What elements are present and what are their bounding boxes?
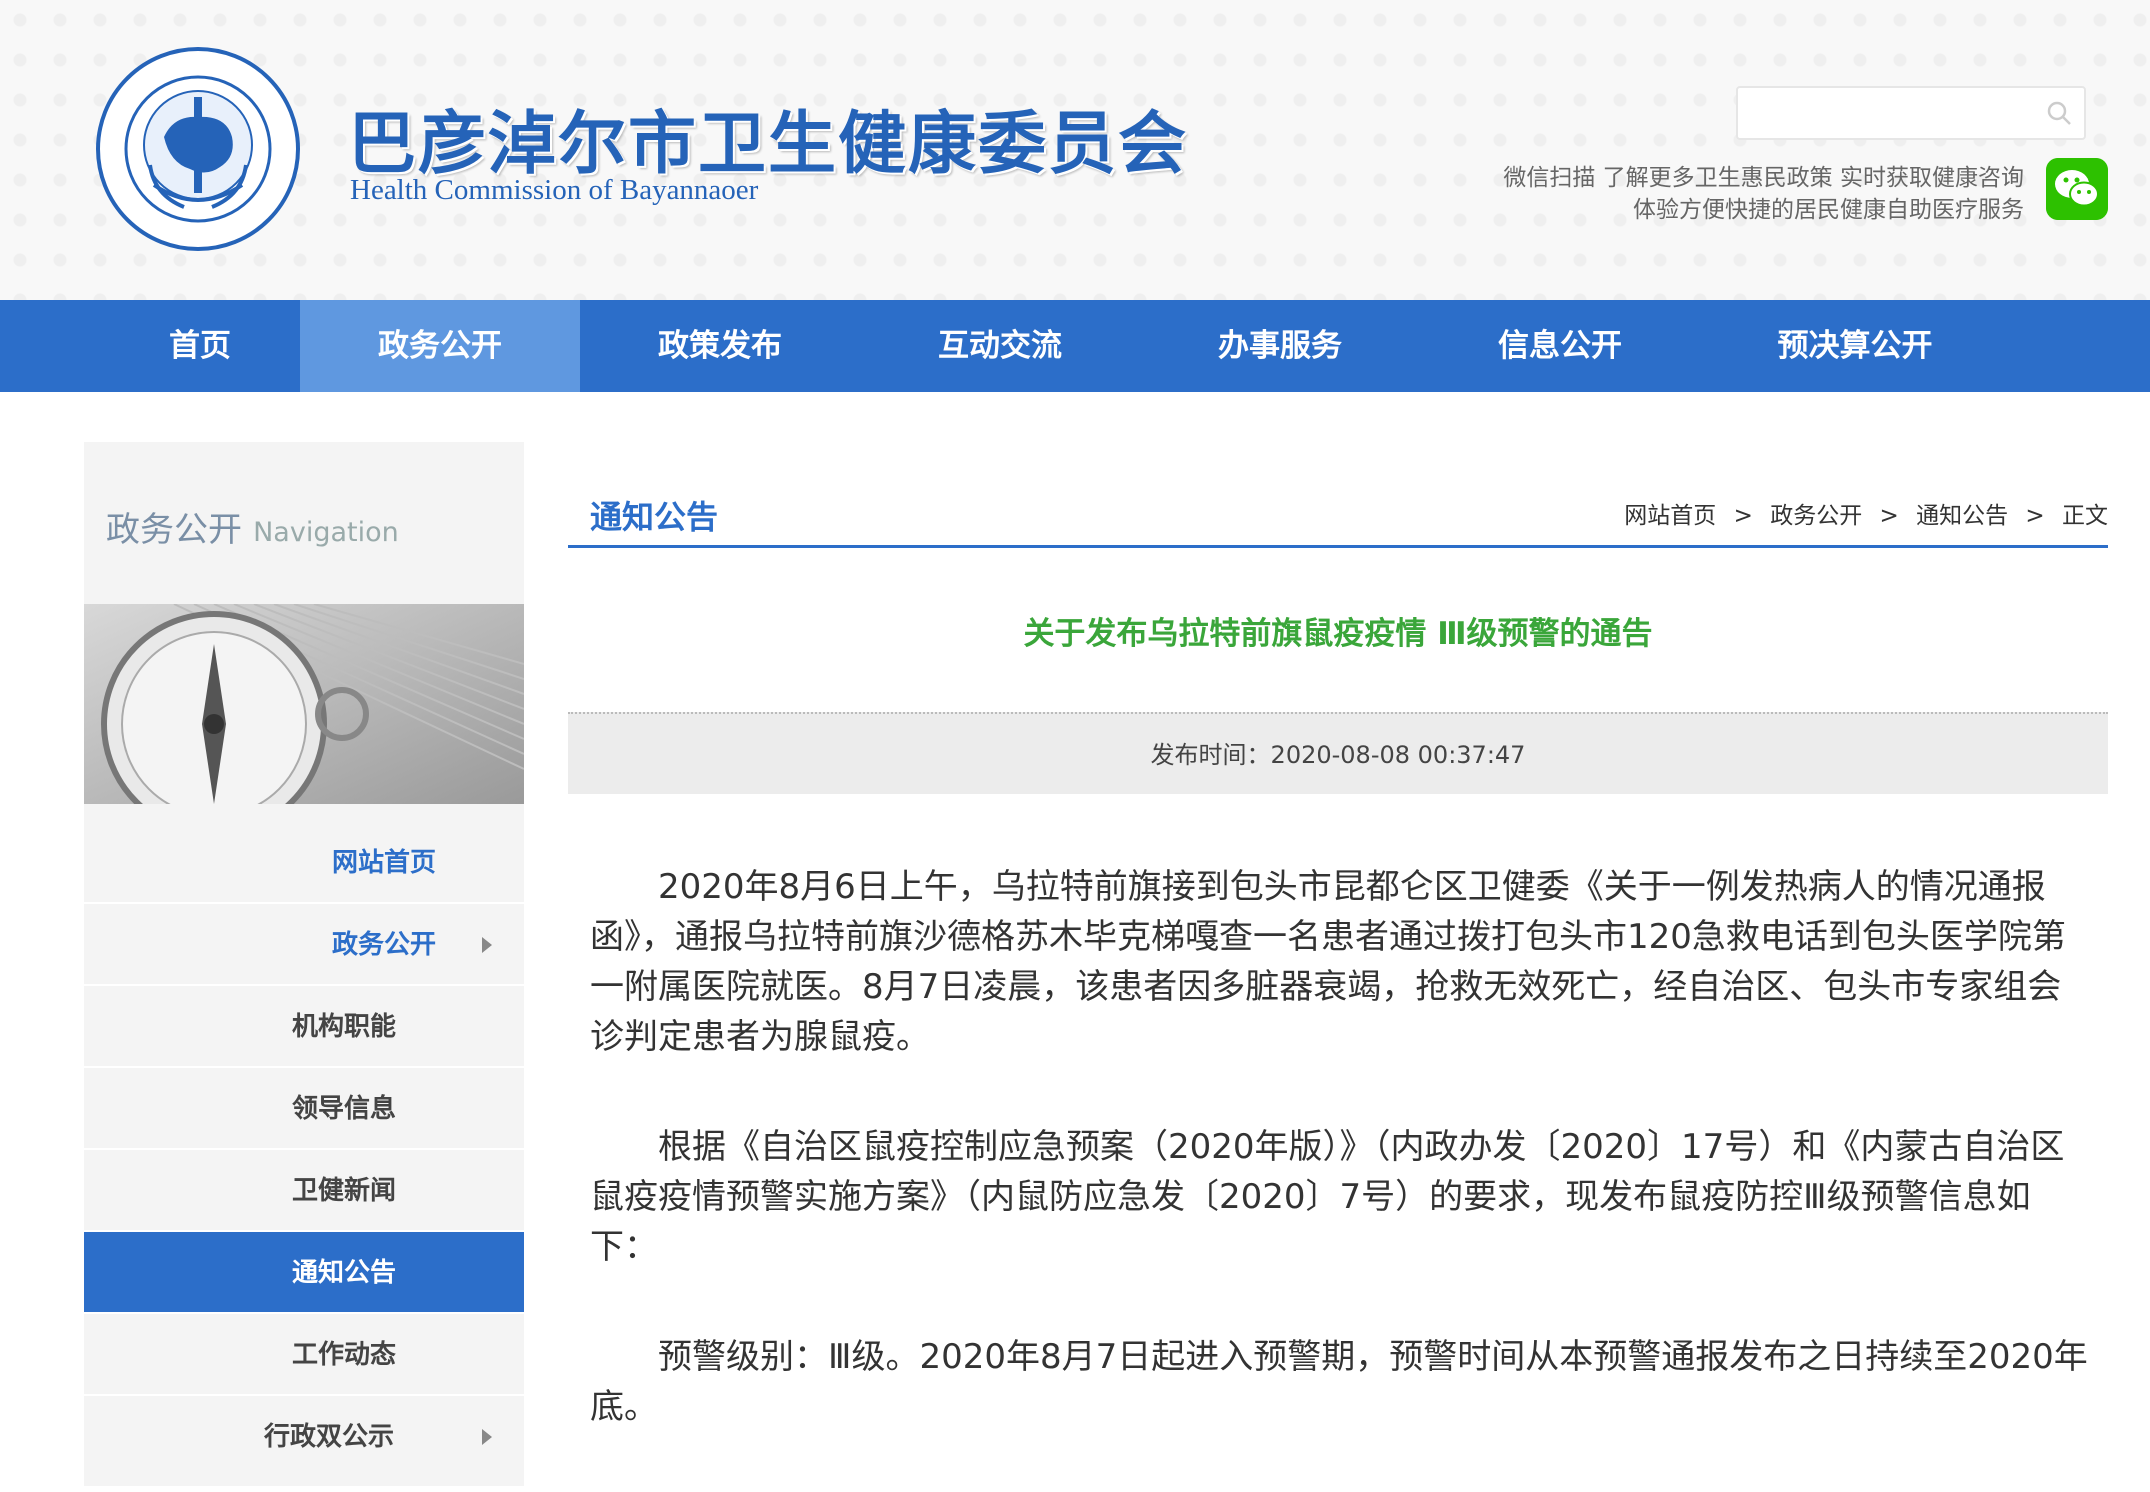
- sidebar-item-label: 通知公告: [292, 1258, 397, 1288]
- sidebar-item-label: 网站首页: [332, 848, 437, 878]
- sidebar-item-label: 行政双公示: [264, 1422, 395, 1452]
- sidebar-item-admin-disclosure[interactable]: 行政双公示: [84, 1396, 524, 1478]
- sidebar-item-label: 卫健新闻: [292, 1176, 397, 1206]
- breadcrumb-separator: >: [1879, 503, 1899, 529]
- sidebar-heading-cn: 政务公开: [106, 510, 242, 550]
- sidebar-item-label: 政务公开: [332, 930, 437, 960]
- section-title: 通知公告: [590, 498, 719, 536]
- nav-item-home[interactable]: 首页: [100, 300, 300, 392]
- site-subtitle: Health Commission of Bayannaoer: [350, 174, 759, 206]
- article-paragraph: 预警级别：Ⅲ级。2020年8月7日起进入预警期，预警时间从本预警通报发布之日持续…: [590, 1337, 2088, 1427]
- breadcrumb: 网站首页 > 政务公开 > 通知公告 > 正文: [1624, 496, 2108, 530]
- breadcrumb-separator: >: [2025, 503, 2045, 529]
- sidebar: 政务公开 Navigation 网站首页 政务公开 机构职能 领导信息 卫健新闻…: [84, 442, 524, 1486]
- breadcrumb-link-home[interactable]: 网站首页: [1624, 496, 1716, 530]
- search-icon[interactable]: [2046, 100, 2072, 126]
- sidebar-item-work-updates[interactable]: 工作动态: [84, 1314, 524, 1396]
- nav-item-policy-release[interactable]: 政策发布: [580, 300, 860, 392]
- sidebar-item-label: 领导信息: [292, 1094, 397, 1124]
- sidebar-menu: 网站首页 政务公开 机构职能 领导信息 卫健新闻 通知公告 工作动态 行政双公示: [84, 822, 524, 1478]
- promo-line: 体验方便快捷的居民健康自助医疗服务: [1633, 197, 2024, 223]
- sidebar-item-label: 机构职能: [292, 1012, 397, 1042]
- sidebar-item-label: 工作动态: [292, 1340, 397, 1370]
- sidebar-item-government-affairs[interactable]: 政务公开: [84, 904, 524, 986]
- chevron-right-icon: [482, 1429, 492, 1445]
- breadcrumb-link-notices[interactable]: 通知公告: [1916, 496, 2008, 530]
- nav-item-info-disclosure[interactable]: 信息公开: [1420, 300, 1700, 392]
- site-title: 巴彦淖尔市卫生健康委员会: [348, 104, 1189, 184]
- sidebar-item-site-home[interactable]: 网站首页: [84, 822, 524, 904]
- breadcrumb-separator: >: [1733, 503, 1753, 529]
- sidebar-item-agency-functions[interactable]: 机构职能: [84, 986, 524, 1068]
- publish-time: 发布时间：2020-08-08 00:37:47: [568, 712, 2108, 794]
- commission-logo[interactable]: [94, 45, 302, 253]
- nav-item-government-affairs[interactable]: 政务公开: [300, 300, 580, 392]
- main-nav: 首页 政务公开 政策发布 互动交流 办事服务 信息公开 预决算公开: [0, 300, 2150, 392]
- sidebar-item-leadership[interactable]: 领导信息: [84, 1068, 524, 1150]
- chevron-right-icon: [482, 937, 492, 953]
- sidebar-item-notices[interactable]: 通知公告: [84, 1232, 524, 1314]
- wechat-icon[interactable]: [2046, 158, 2108, 220]
- section-header: 通知公告 网站首页 > 政务公开 > 通知公告 > 正文: [568, 484, 2108, 548]
- sidebar-heading-en: Navigation: [253, 517, 399, 548]
- nav-item-services[interactable]: 办事服务: [1140, 300, 1420, 392]
- nav-item-interaction[interactable]: 互动交流: [860, 300, 1140, 392]
- article-title: 关于发布乌拉特前旗鼠疫疫情 Ⅲ级预警的通告: [1023, 616, 1653, 652]
- site-header: 巴彦淖尔市卫生健康委员会 Health Commission of Bayann…: [0, 0, 2150, 300]
- compass-banner-image: [84, 604, 524, 804]
- wechat-promo: 微信扫描 了解更多卫生惠民政策 实时获取健康咨询 体验方便快捷的居民健康自助医疗…: [1503, 162, 2024, 226]
- promo-line: 微信扫描 了解更多卫生惠民政策 实时获取健康咨询: [1503, 165, 2024, 191]
- nav-item-budget[interactable]: 预决算公开: [1700, 300, 2010, 392]
- article-paragraph: 根据《自治区鼠疫控制应急预案（2020年版）》（内政办发〔2020〕17号）和《…: [590, 1127, 2065, 1267]
- article-paragraph: 2020年8月6日上午，乌拉特前旗接到包头市昆都仑区卫健委《关于一例发热病人的情…: [590, 867, 2066, 1057]
- breadcrumb-link-government-affairs[interactable]: 政务公开: [1770, 496, 1862, 530]
- article-body: 2020年8月6日上午，乌拉特前旗接到包头市昆都仑区卫健委《关于一例发热病人的情…: [590, 862, 2090, 1492]
- breadcrumb-current: 正文: [2062, 503, 2108, 529]
- search-input[interactable]: [1736, 86, 2086, 140]
- sidebar-item-health-news[interactable]: 卫健新闻: [84, 1150, 524, 1232]
- sidebar-heading: 政务公开 Navigation: [84, 442, 524, 604]
